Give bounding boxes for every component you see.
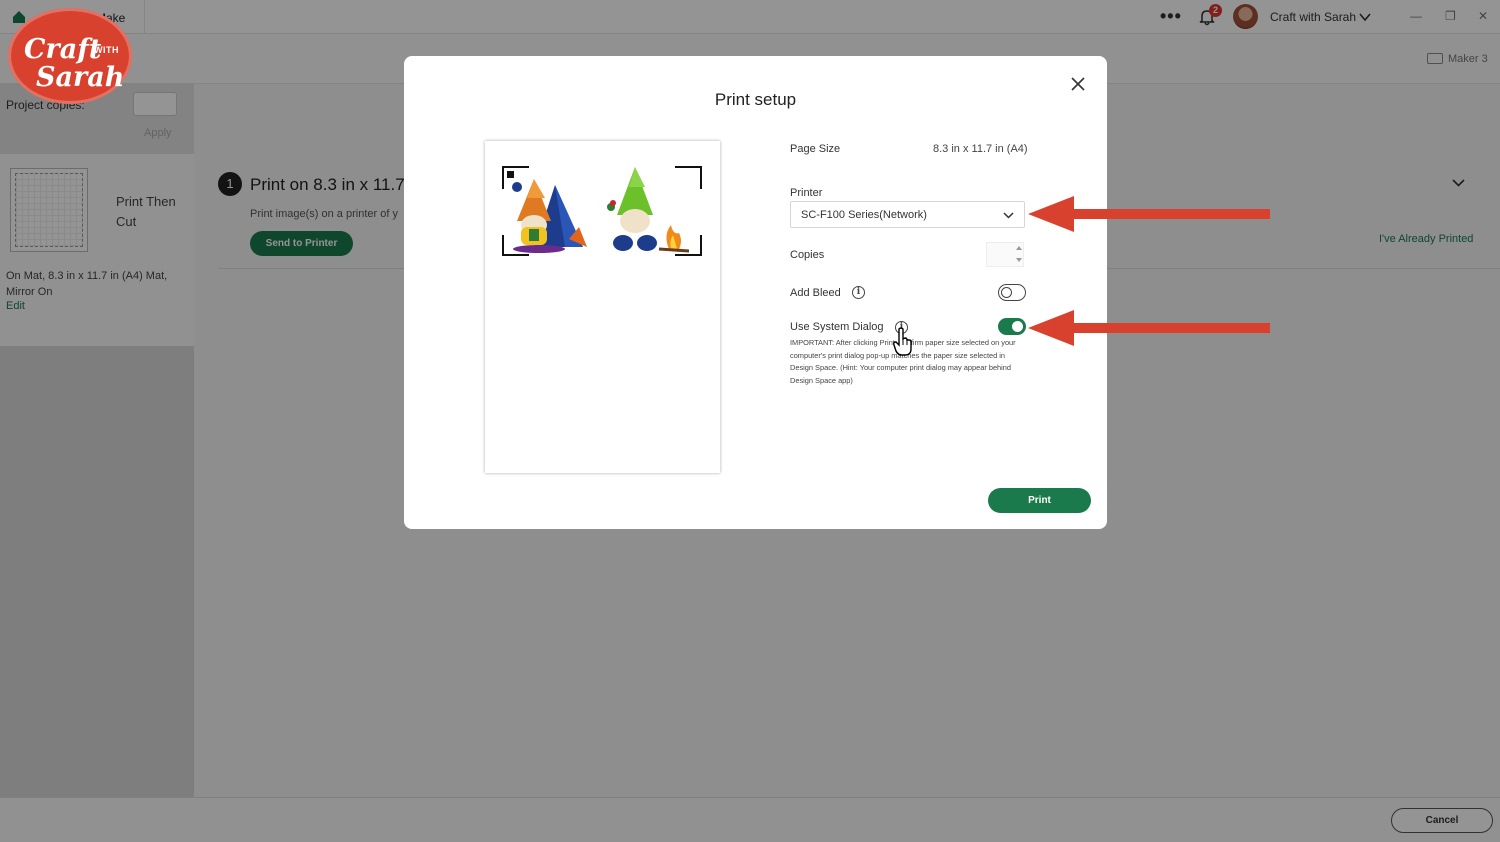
- use-system-dialog-label: Use System Dialog: [790, 321, 884, 333]
- use-system-dialog-toggle[interactable]: [998, 318, 1026, 335]
- logo-line2: Sarah: [36, 62, 125, 93]
- preview-artwork: [502, 166, 702, 256]
- logo-with: WITH: [94, 45, 119, 55]
- copies-stepper-icon[interactable]: [1015, 244, 1023, 264]
- printer-label: Printer: [790, 187, 823, 199]
- copies-label: Copies: [790, 249, 825, 261]
- craft-with-sarah-logo: Craft WITH Sarah: [8, 8, 132, 104]
- chevron-down-icon: [1003, 212, 1014, 219]
- page-size-value: 8.3 in x 11.7 in (A4): [933, 143, 1028, 155]
- add-bleed-info-icon[interactable]: i: [852, 286, 865, 299]
- dialog-title: Print setup: [714, 90, 797, 109]
- logo-line1: Craft: [24, 34, 102, 65]
- annotation-arrow-system-dialog: [1028, 310, 1270, 346]
- annotation-arrow-printer: [1028, 196, 1270, 232]
- close-icon[interactable]: [1070, 76, 1086, 92]
- printer-select-value: SC-F100 Series(Network): [801, 209, 927, 221]
- print-preview: [485, 141, 720, 473]
- add-bleed-toggle[interactable]: [998, 284, 1026, 301]
- pointer-hand-icon: [893, 327, 912, 356]
- printer-select[interactable]: SC-F100 Series(Network): [790, 201, 1025, 228]
- print-setup-dialog: Print setup Page Size 8.3 in x 11.7 in (…: [404, 56, 1107, 529]
- page-size-label: Page Size: [790, 143, 841, 155]
- print-button[interactable]: Print: [988, 488, 1091, 513]
- add-bleed-label: Add Bleed: [790, 287, 841, 299]
